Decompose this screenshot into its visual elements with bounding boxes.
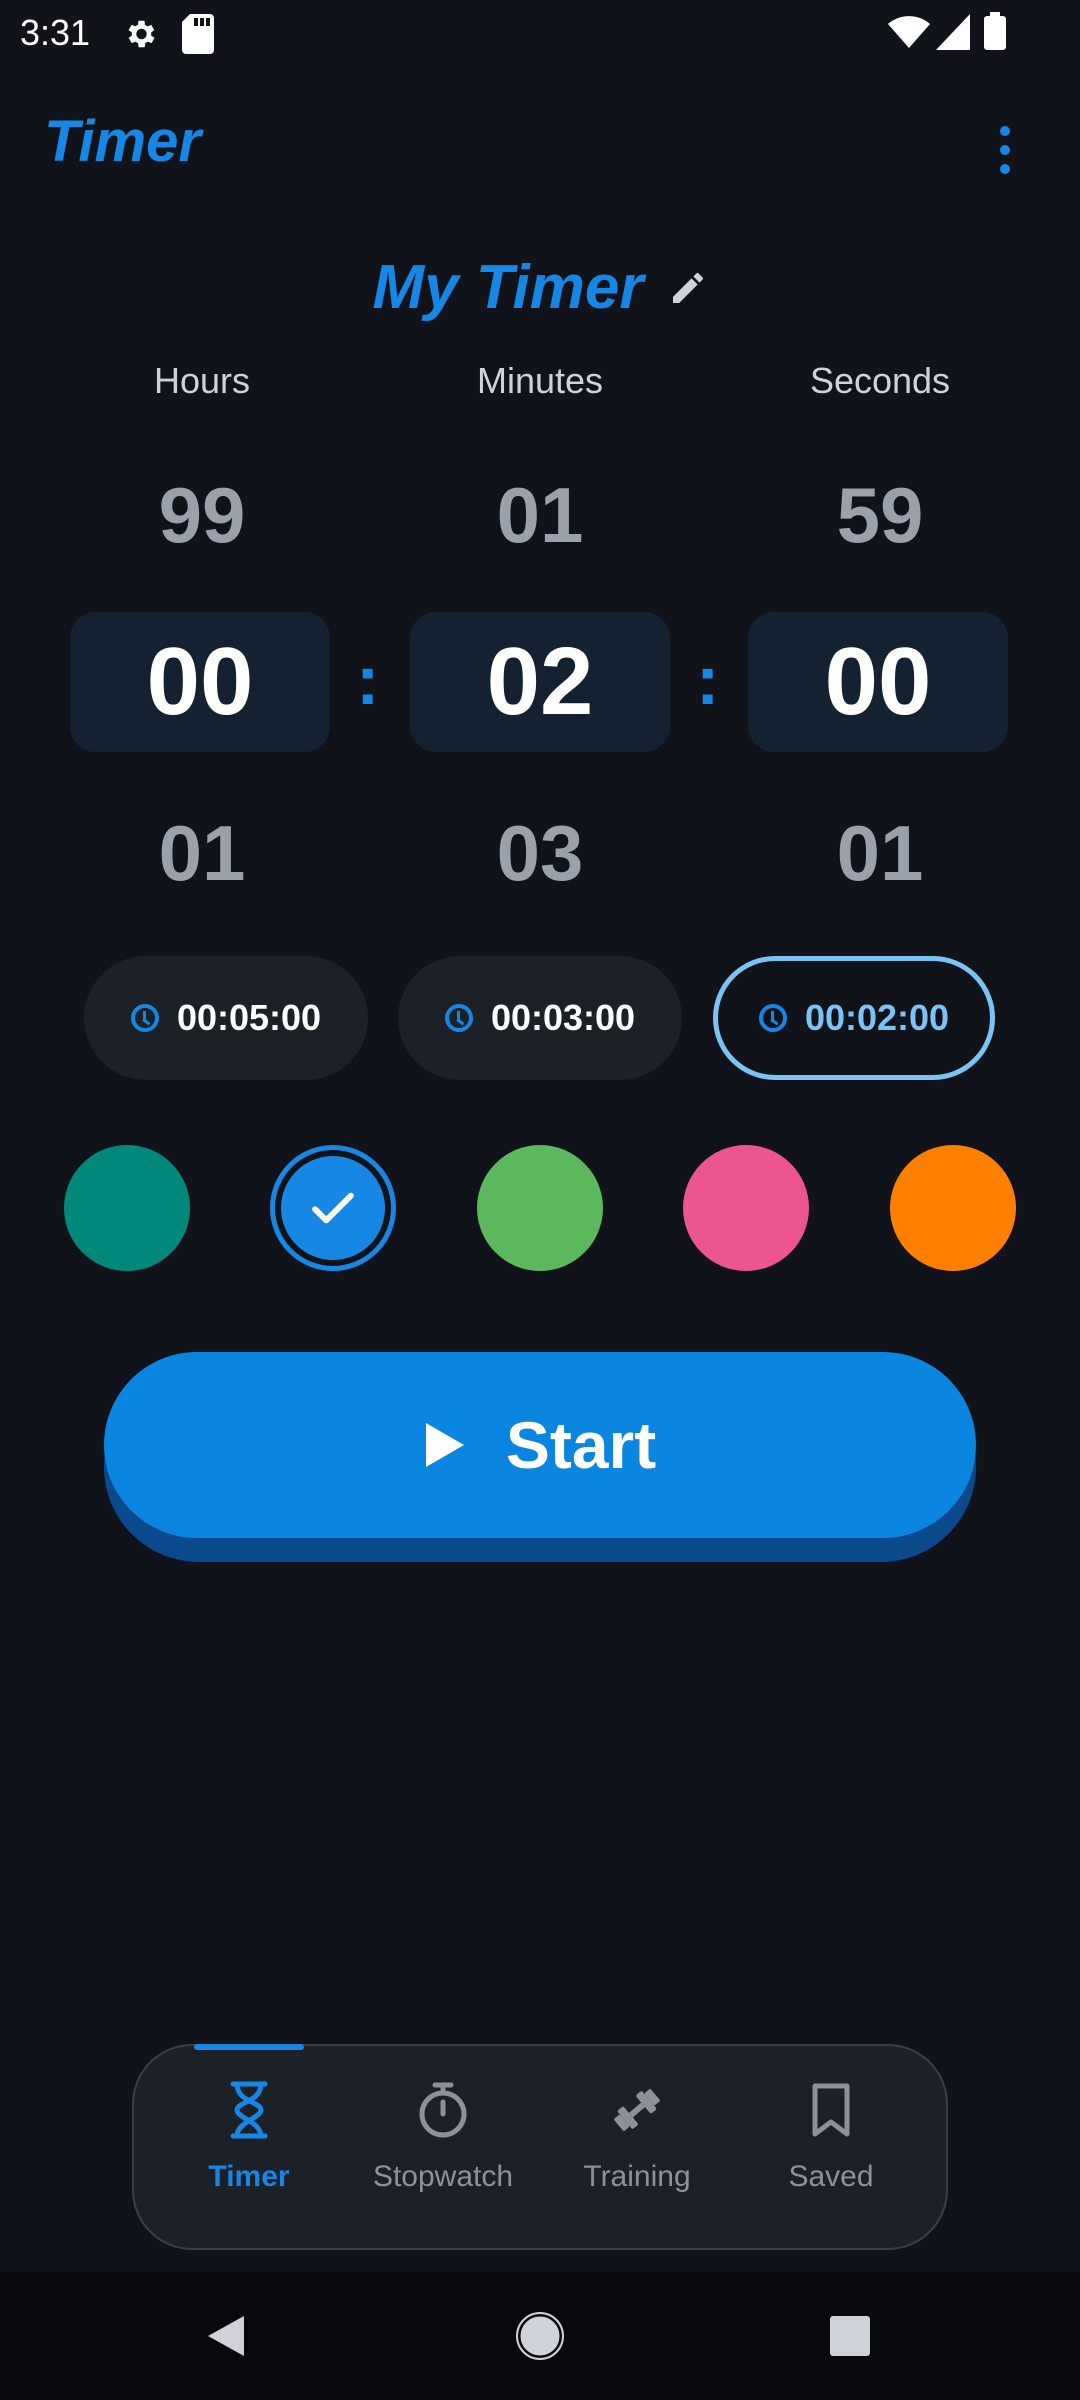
color-swatch-teal[interactable] [64, 1145, 190, 1271]
check-icon [312, 1192, 354, 1224]
hours-label: Hours [153, 360, 251, 401]
nav-label-stopwatch: Stopwatch [372, 2160, 514, 2193]
clock-icon [444, 1004, 473, 1032]
minutes-next-value[interactable]: 03 [370, 808, 710, 899]
nav-tab-stopwatch[interactable]: Stopwatch [346, 2080, 540, 2194]
battery-icon [984, 12, 1006, 50]
start-label: Start [505, 1408, 657, 1482]
color-swatch-blue[interactable] [270, 1145, 396, 1271]
color-swatch-pink[interactable] [683, 1145, 809, 1271]
nav-tab-saved[interactable]: Saved [734, 2080, 928, 2194]
hours-prev-value[interactable]: 99 [32, 470, 372, 561]
hours-picker[interactable]: 00 [70, 612, 330, 752]
nav-label-saved: Saved [788, 2160, 874, 2193]
nav-tab-training[interactable]: Training [540, 2080, 734, 2194]
color-swatch-green[interactable] [477, 1145, 603, 1271]
clock-icon [758, 1004, 787, 1032]
minutes-picker[interactable]: 02 [410, 612, 670, 752]
stopwatch-icon [419, 2082, 467, 2138]
seconds-label: Seconds [809, 360, 951, 401]
play-icon [425, 1423, 464, 1467]
seconds-picker[interactable]: 00 [748, 612, 1008, 752]
settings-gear-icon [128, 20, 155, 48]
nav-label-timer: Timer [208, 2160, 290, 2193]
timer-name: My Timer [372, 253, 644, 322]
app-title: Timer [44, 109, 201, 174]
minutes-label: Minutes [476, 360, 604, 401]
sd-card-icon [182, 14, 214, 54]
start-button[interactable]: Start [104, 1352, 976, 1538]
bookmark-icon [812, 2083, 850, 2137]
color-swatch-orange[interactable] [890, 1145, 1016, 1271]
seconds-prev-value[interactable]: 59 [710, 470, 1050, 561]
wifi-icon [888, 16, 930, 48]
hours-next-value[interactable]: 01 [32, 808, 372, 899]
nav-tab-timer[interactable]: Timer [152, 2080, 346, 2194]
preset-label: 00:03:00 [490, 997, 636, 1038]
status-time: 3:31 [20, 12, 91, 53]
more-options-icon[interactable] [990, 118, 1020, 182]
minutes-prev-value[interactable]: 01 [370, 470, 710, 561]
preset-label: 00:02:00 [804, 997, 950, 1038]
time-separator: : [356, 641, 380, 719]
preset-chip-5min[interactable]: 00:05:00 [84, 956, 368, 1080]
edit-pencil-icon[interactable] [668, 268, 708, 308]
back-icon[interactable] [204, 2312, 248, 2360]
hourglass-icon [230, 2081, 268, 2139]
seconds-next-value[interactable]: 01 [710, 808, 1050, 899]
preset-label: 00:05:00 [176, 997, 322, 1038]
clock-icon [130, 1004, 159, 1032]
home-icon[interactable] [516, 2312, 564, 2360]
nav-label-training: Training [583, 2160, 691, 2193]
dumbbell-icon [614, 2089, 660, 2131]
timer-name-row[interactable]: My Timer [0, 252, 1080, 323]
active-tab-indicator [194, 2044, 304, 2050]
cell-signal-icon [936, 14, 970, 50]
time-separator: : [696, 641, 720, 719]
preset-chip-2min[interactable]: 00:02:00 [713, 956, 995, 1080]
preset-chip-3min[interactable]: 00:03:00 [398, 956, 682, 1080]
recents-icon[interactable] [830, 2316, 870, 2356]
